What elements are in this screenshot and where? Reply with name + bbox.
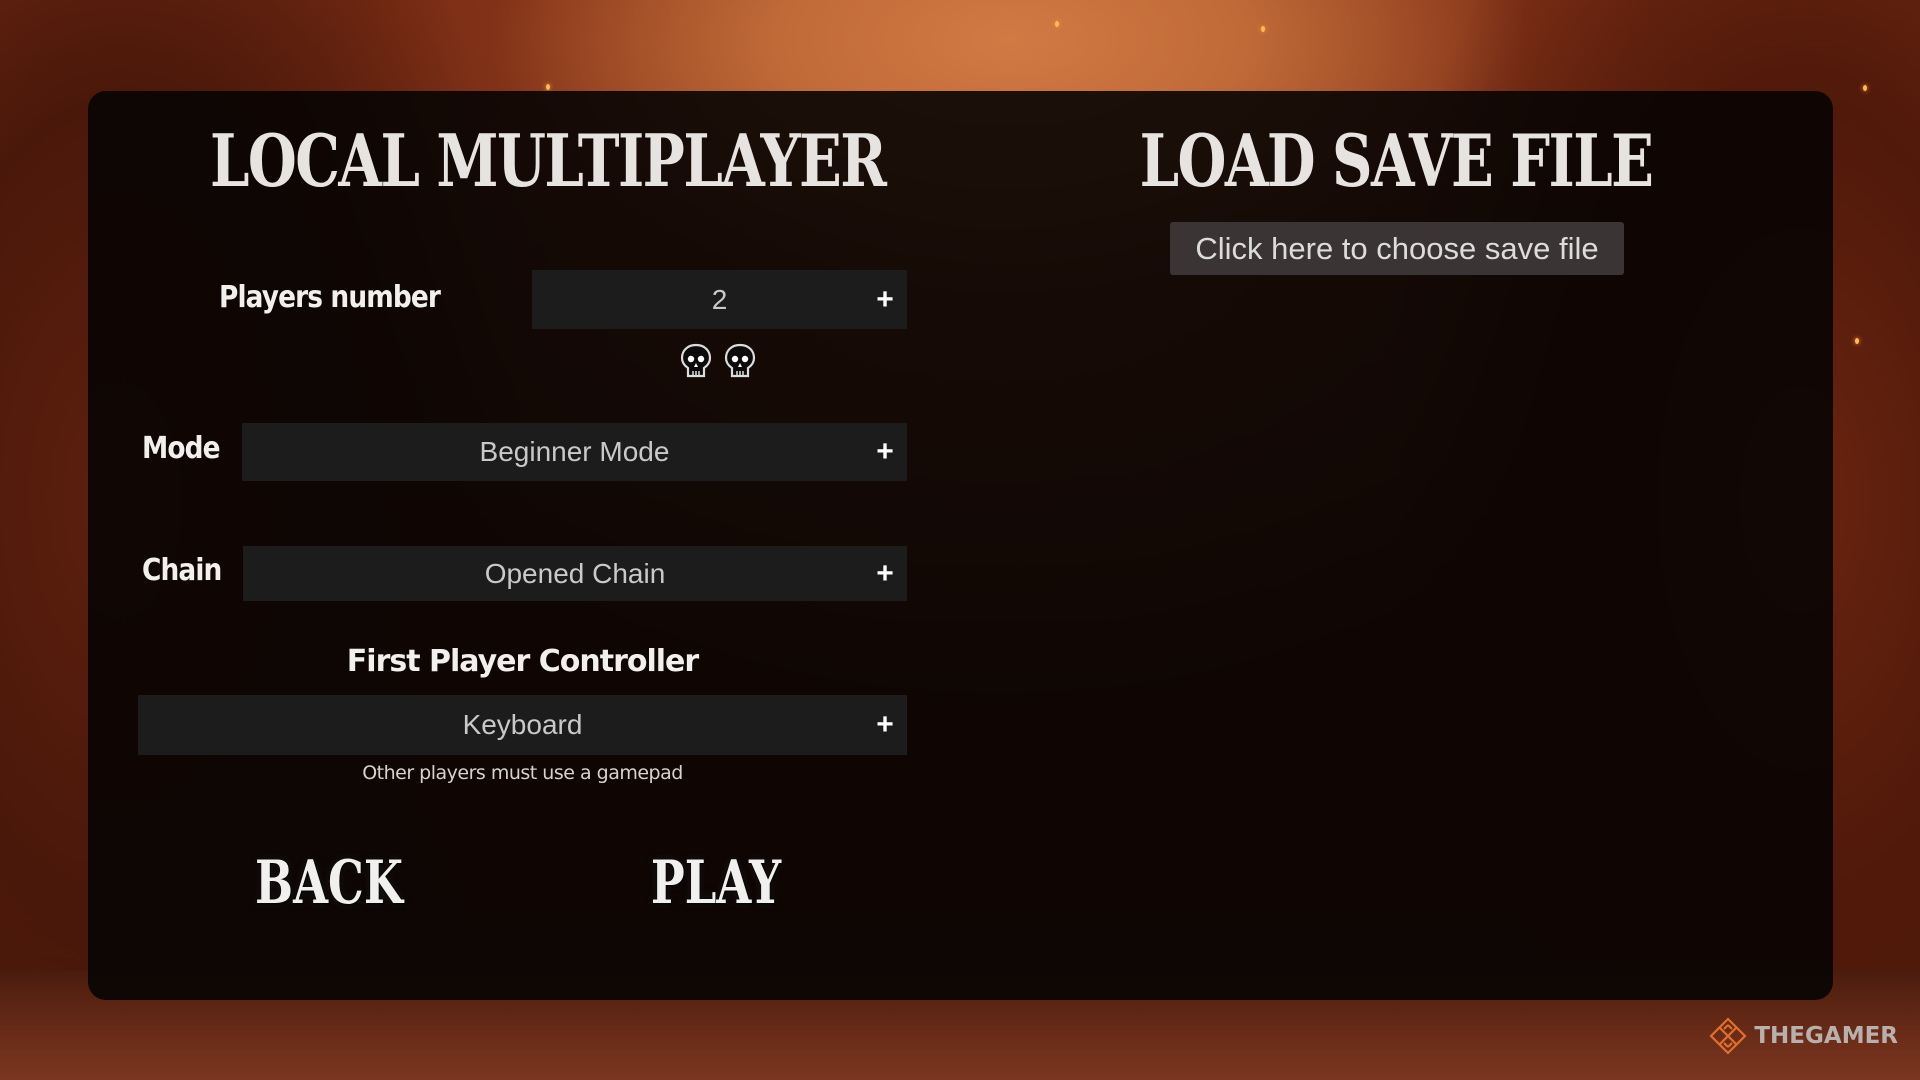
mode-increment-icon[interactable]: + bbox=[871, 435, 899, 469]
chain-increment-icon[interactable]: + bbox=[871, 557, 899, 591]
ember-particle bbox=[1055, 21, 1059, 27]
mode-selector[interactable]: Beginner Mode + bbox=[242, 423, 907, 481]
players-number-label: Players number bbox=[219, 280, 441, 315]
ember-particle bbox=[546, 84, 550, 90]
controller-value: Keyboard bbox=[462, 709, 583, 740]
thegamer-watermark: THEGAMER bbox=[1708, 1016, 1898, 1056]
skull-icon bbox=[680, 343, 712, 378]
ember-particle bbox=[1261, 26, 1265, 32]
watermark-text: THEGAMER bbox=[1754, 1023, 1898, 1049]
mode-value: Beginner Mode bbox=[479, 436, 670, 467]
chain-label: Chain bbox=[142, 553, 222, 588]
players-number-value: 2 bbox=[711, 283, 728, 315]
controller-increment-icon[interactable]: + bbox=[871, 708, 899, 742]
player-skull-indicators bbox=[680, 343, 756, 381]
load-save-file-title: LOAD SAVE FILE bbox=[1139, 118, 1654, 203]
play-button[interactable]: PLAY bbox=[626, 848, 806, 918]
ember-particle bbox=[1855, 338, 1859, 344]
controller-selector[interactable]: Keyboard + bbox=[138, 695, 907, 755]
players-number-selector[interactable]: 2 + bbox=[532, 270, 907, 329]
choose-save-file-button[interactable]: Click here to choose save file bbox=[1170, 222, 1624, 275]
players-number-increment-icon[interactable]: + bbox=[871, 283, 899, 317]
mode-label: Mode bbox=[142, 431, 221, 466]
ember-particle bbox=[1863, 85, 1867, 91]
skull-icon bbox=[724, 343, 756, 378]
chain-value: Opened Chain bbox=[484, 557, 666, 589]
first-player-controller-label: First Player Controller bbox=[346, 644, 699, 679]
thegamer-logo-icon bbox=[1709, 1017, 1747, 1055]
chain-selector[interactable]: Opened Chain + bbox=[243, 546, 907, 601]
gamepad-hint: Other players must use a gamepad bbox=[362, 762, 683, 784]
back-button[interactable]: BACK bbox=[239, 848, 419, 918]
local-multiplayer-title: LOCAL MULTIPLAYER bbox=[210, 118, 887, 203]
